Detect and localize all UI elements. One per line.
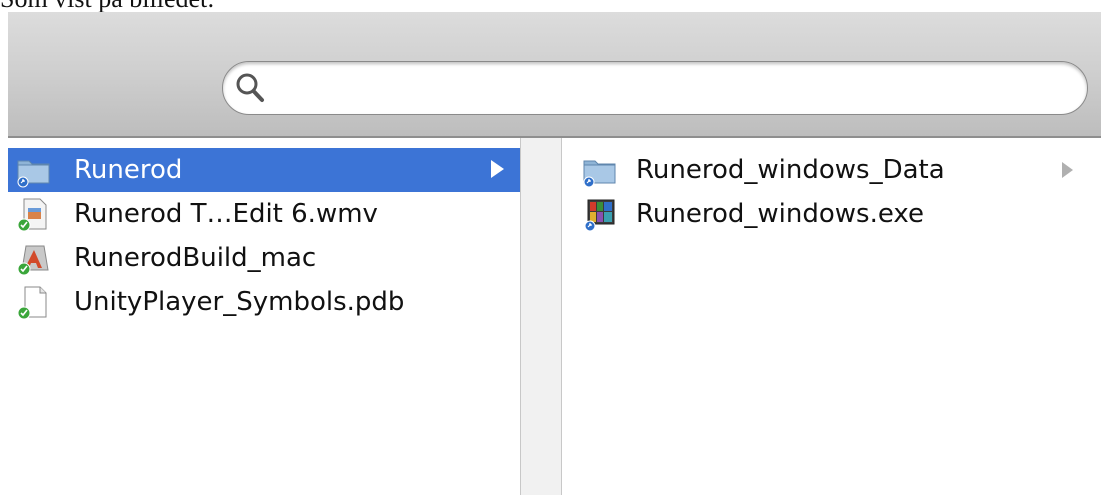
exe-file-icon <box>584 199 615 232</box>
list-item-label: Runerod <box>74 155 183 185</box>
search-input[interactable] <box>273 70 1067 108</box>
list-item-windows-data[interactable]: Runerod_windows_Data <box>562 148 1101 192</box>
list-item-video[interactable]: Runerod T…Edit 6.wmv <box>8 192 520 236</box>
list-item-label: Runerod_windows_Data <box>636 155 945 185</box>
toolbar <box>8 12 1101 138</box>
disclosure-arrow-icon <box>491 160 504 178</box>
list-item-pdb[interactable]: UnityPlayer_Symbols.pdb <box>8 280 520 324</box>
disclosure-arrow-icon <box>1062 162 1073 178</box>
video-file-icon <box>17 198 47 232</box>
list-item-label: Runerod T…Edit 6.wmv <box>74 199 378 229</box>
browser-column-right[interactable]: Runerod_windows_Data Runerod_windows.exe <box>562 138 1101 495</box>
column-resize-gap[interactable] <box>521 138 562 495</box>
search-icon <box>236 73 264 102</box>
folder-alias-icon <box>583 160 616 188</box>
finder-window: Runerod Runerod T…Edit 6.wmv RunerodBuil… <box>8 12 1101 495</box>
list-item-label: RunerodBuild_mac <box>74 243 317 273</box>
list-item-label: Runerod_windows.exe <box>636 199 924 229</box>
folder-alias-icon <box>17 160 50 188</box>
application-icon <box>17 245 49 276</box>
browser-column-left[interactable]: Runerod Runerod T…Edit 6.wmv RunerodBuil… <box>8 138 521 495</box>
list-item-windows-exe[interactable]: Runerod_windows.exe <box>562 192 1101 236</box>
list-item-label: UnityPlayer_Symbols.pdb <box>74 287 405 317</box>
page-caption: Som vist på billedet: <box>0 0 215 12</box>
list-item-runerod[interactable]: Runerod <box>8 148 520 192</box>
document-file-icon <box>17 286 47 320</box>
list-item-app[interactable]: RunerodBuild_mac <box>8 236 520 280</box>
search-field[interactable] <box>222 61 1088 115</box>
